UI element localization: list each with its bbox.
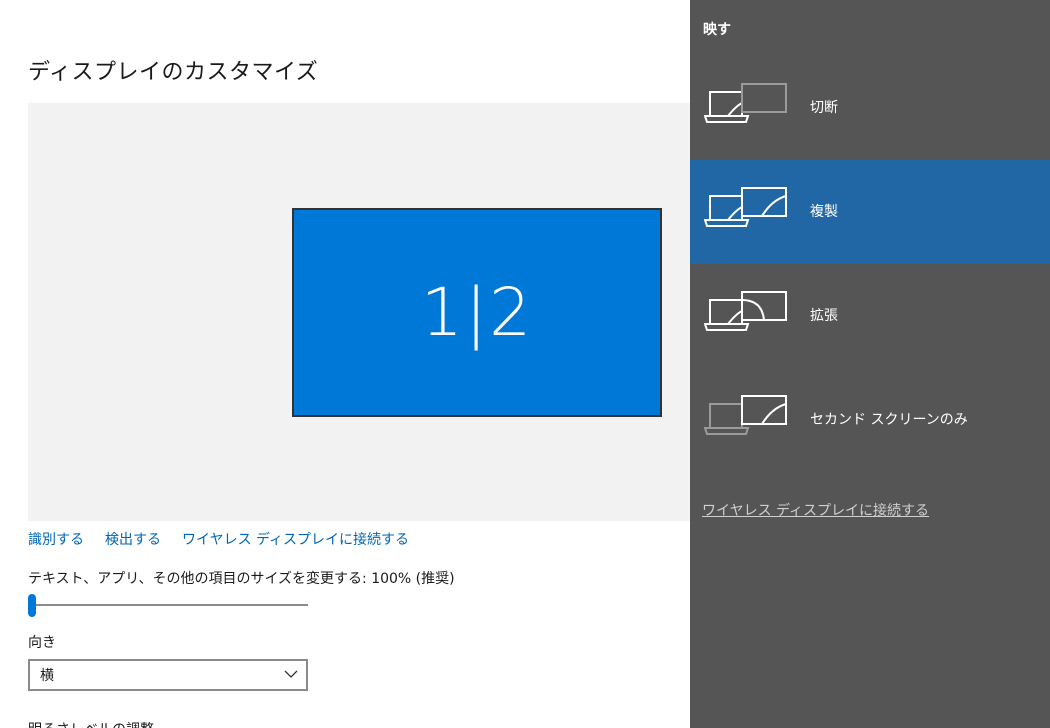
orientation-label: 向き	[28, 635, 56, 651]
option-label: 複製	[810, 204, 838, 220]
flyout-wireless-display-link[interactable]: ワイヤレス ディスプレイに接続する	[702, 500, 929, 520]
project-flyout: 映す 切断 複製 拡張 セカンド スクリーンのみ ワイヤレス ディスプレイに接続…	[690, 0, 1050, 728]
option-label: 拡張	[810, 308, 838, 324]
display-settings-screen: ディスプレイのカスタマイズ 1|2 識別する 検出する ワイヤレス ディスプレイ…	[0, 0, 1050, 728]
orientation-selected-value: 横	[40, 668, 54, 684]
scale-slider-thumb[interactable]	[28, 594, 36, 617]
flyout-title: 映す	[703, 22, 731, 38]
display-arrangement-area: 1|2	[28, 103, 728, 521]
option-second-screen-only[interactable]: セカンド スクリーンのみ	[690, 368, 1050, 472]
scale-slider-track[interactable]	[28, 604, 308, 606]
extend-icon	[704, 291, 787, 331]
display-link-row: 識別する 検出する ワイヤレス ディスプレイに接続する	[28, 529, 409, 549]
monitor-number-label: 1|2	[420, 274, 534, 351]
option-label: セカンド スクリーンのみ	[810, 412, 968, 428]
option-extend[interactable]: 拡張	[690, 264, 1050, 368]
scale-label: テキスト、アプリ、その他の項目のサイズを変更する: 100% (推奨)	[28, 571, 455, 587]
wireless-display-link[interactable]: ワイヤレス ディスプレイに接続する	[182, 529, 409, 549]
option-duplicate[interactable]: 複製	[690, 160, 1050, 264]
brightness-label: 明るさレベルの調整	[28, 719, 154, 728]
chevron-down-icon	[284, 670, 298, 678]
orientation-dropdown[interactable]: 横	[28, 659, 308, 691]
pc-screen-only-icon	[704, 83, 787, 123]
page-title: ディスプレイのカスタマイズ	[28, 60, 319, 85]
detect-link[interactable]: 検出する	[105, 529, 161, 549]
second-screen-only-icon	[704, 395, 787, 435]
identify-link[interactable]: 識別する	[28, 529, 84, 549]
monitor-tile[interactable]: 1|2	[292, 208, 662, 417]
option-pc-screen-only[interactable]: 切断	[690, 56, 1050, 160]
duplicate-icon	[704, 187, 787, 227]
option-label: 切断	[810, 100, 838, 116]
